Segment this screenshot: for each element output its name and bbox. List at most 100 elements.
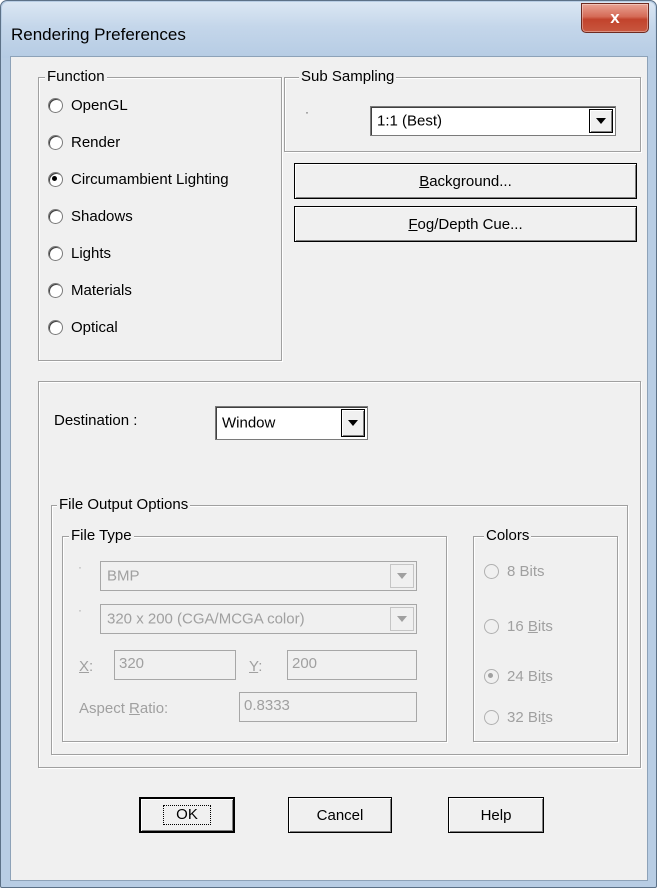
radio-button[interactable]: [48, 246, 63, 261]
sub-sampling-bullet: ·: [305, 105, 309, 119]
label-part: 32 Bi: [507, 709, 542, 726]
aspect-ratio-field[interactable]: 0.8333: [239, 692, 417, 722]
radio-label: OpenGL: [71, 97, 128, 114]
label-part: its: [537, 618, 553, 635]
aspect-ratio-value: 0.8333: [244, 697, 290, 714]
destination-select[interactable]: Window: [215, 406, 368, 440]
resolution-select[interactable]: 320 x 200 (CGA/MCGA color): [100, 604, 417, 634]
chevron-down-icon: [397, 616, 407, 622]
cancel-button[interactable]: Cancel: [288, 797, 392, 833]
radio-button[interactable]: [48, 320, 63, 335]
ok-button[interactable]: OK: [139, 797, 235, 833]
aspect-label-rest: atio:: [139, 700, 169, 717]
file-output-options-group: File Output Options File Type · BMP · 32…: [51, 496, 628, 755]
radio-optical[interactable]: Optical: [48, 319, 118, 336]
file-format-select[interactable]: BMP: [100, 561, 417, 591]
radio-button[interactable]: [484, 710, 499, 725]
label-part: s: [545, 709, 553, 726]
chevron-down-icon: [348, 420, 358, 426]
file-type-group: File Type · BMP · 320 x 200 (CGA/MCGA co…: [62, 527, 447, 742]
title-bar[interactable]: Rendering Preferences: [2, 2, 655, 58]
dialog-client-area: Function OpenGL Render Circumambient Lig…: [10, 56, 648, 881]
radio-materials[interactable]: Materials: [48, 282, 132, 299]
radio-label: Render: [71, 134, 121, 151]
close-button[interactable]: x: [581, 3, 649, 33]
radio-shadows[interactable]: Shadows: [48, 208, 133, 225]
radio-32-bits[interactable]: 32 Bits: [484, 709, 553, 726]
radio-label: Optical: [71, 319, 118, 336]
background-label-rest: ackground...: [429, 172, 512, 190]
x-field-value: 320: [119, 655, 145, 672]
label-part: 8 Bits: [507, 563, 545, 580]
resolution-dropdown-button[interactable]: [390, 607, 414, 631]
radio-button[interactable]: [48, 98, 63, 113]
radio-button[interactable]: [48, 283, 63, 298]
file-output-legend: File Output Options: [57, 496, 191, 514]
radio-label: Circumambient Lighting: [71, 171, 229, 188]
y-field[interactable]: 200: [287, 650, 417, 680]
radio-button-selected[interactable]: [484, 669, 499, 684]
x-accelerator: X: [79, 658, 90, 675]
y-label-rest: :: [258, 658, 263, 675]
sub-sampling-legend: Sub Sampling: [299, 68, 397, 86]
format-bullet: ·: [78, 560, 82, 574]
colors-group: Colors 8 Bits 16 Bits 24 Bits 32 Bits: [473, 527, 618, 742]
fog-depth-cue-button[interactable]: Fog/Depth Cue...: [294, 206, 637, 242]
sub-sampling-value: 1:1 (Best): [377, 112, 443, 130]
radio-24-bits[interactable]: 24 Bits: [484, 668, 553, 685]
file-format-dropdown-button[interactable]: [390, 564, 414, 588]
radio-opengl[interactable]: OpenGL: [48, 97, 128, 114]
function-legend: Function: [45, 68, 107, 86]
help-button[interactable]: Help: [448, 797, 544, 833]
help-button-label: Help: [480, 806, 512, 824]
sub-sampling-dropdown-button[interactable]: [589, 109, 613, 133]
aspect-ratio-label: Aspect Ratio:: [79, 700, 168, 717]
file-type-legend: File Type: [69, 527, 134, 545]
x-field[interactable]: 320: [114, 650, 236, 680]
radio-8-bits[interactable]: 8 Bits: [484, 563, 545, 580]
radio-16-bits[interactable]: 16 Bits: [484, 618, 553, 635]
radio-button-selected[interactable]: [48, 172, 63, 187]
radio-label: Lights: [71, 245, 112, 262]
y-label: Y:: [249, 658, 262, 675]
background-button[interactable]: Background...: [294, 163, 637, 199]
y-accelerator: Y: [249, 658, 259, 675]
radio-label: Shadows: [71, 208, 133, 225]
sub-sampling-select[interactable]: 1:1 (Best): [370, 106, 616, 136]
cancel-button-label: Cancel: [316, 806, 364, 824]
function-group: Function OpenGL Render Circumambient Lig…: [38, 68, 282, 361]
radio-button[interactable]: [48, 135, 63, 150]
y-field-value: 200: [292, 655, 318, 672]
radio-label: 32 Bits: [507, 709, 553, 726]
label-part: s: [545, 668, 553, 685]
destination-label: Destination :: [54, 412, 138, 429]
radio-button[interactable]: [484, 619, 499, 634]
background-button-label: Background...: [419, 173, 512, 190]
fog-accelerator: F: [408, 215, 418, 233]
radio-label: 24 Bits: [507, 668, 553, 685]
resolution-value: 320 x 200 (CGA/MCGA color): [107, 610, 305, 628]
destination-dropdown-button[interactable]: [341, 409, 365, 437]
fog-label-rest: og/Depth Cue...: [417, 215, 523, 233]
radio-label: 16 Bits: [507, 618, 553, 635]
resolution-bullet: ·: [78, 603, 82, 617]
ok-button-label: OK: [163, 805, 211, 825]
label-accelerator: B: [527, 618, 538, 635]
radio-render[interactable]: Render: [48, 134, 120, 151]
background-accelerator: B: [419, 172, 430, 190]
radio-button[interactable]: [484, 564, 499, 579]
x-label-rest: :: [89, 658, 94, 675]
chevron-down-icon: [596, 118, 606, 124]
file-format-value: BMP: [107, 567, 140, 585]
aspect-accelerator: R: [129, 700, 140, 717]
close-icon: x: [610, 8, 620, 27]
colors-legend: Colors: [484, 527, 532, 545]
radio-circumambient-lighting[interactable]: Circumambient Lighting: [48, 171, 229, 188]
destination-value: Window: [222, 414, 276, 432]
output-panel: Destination : Window File Output Options…: [38, 381, 641, 768]
radio-button[interactable]: [48, 209, 63, 224]
radio-lights[interactable]: Lights: [48, 245, 111, 262]
dialog-window: Rendering Preferences x Function OpenGL …: [0, 0, 657, 888]
fog-button-label: Fog/Depth Cue...: [408, 216, 522, 233]
aspect-label-pre: Aspect: [79, 700, 130, 717]
